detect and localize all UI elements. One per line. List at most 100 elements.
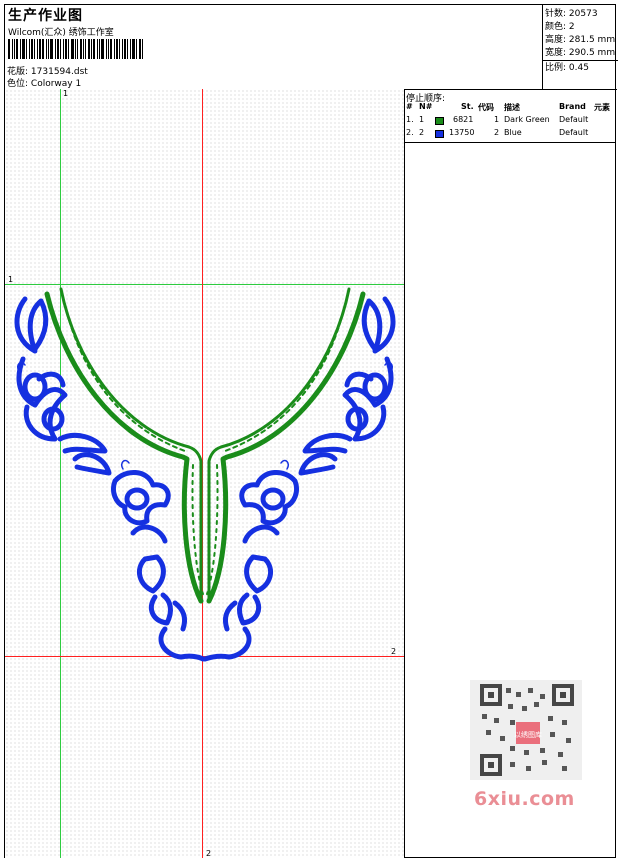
barcode-bar (142, 39, 143, 59)
barcode-bar (99, 39, 100, 59)
barcode-bar (14, 39, 15, 59)
barcode-bar (50, 39, 53, 59)
barcode-bar (31, 39, 33, 59)
green-neckline-band (44, 287, 366, 604)
design-specs: 针数: 20573 颜色: 2 高度: 281.5 mm 宽度: 290.5 m… (542, 5, 618, 89)
stop-sequence-header: # N# St. 代码 描述 Brand 元素 (405, 102, 616, 114)
barcode-bar (83, 39, 84, 59)
stop-row-2[interactable]: 2. 2 13750 2 Blue Default (405, 128, 616, 140)
company-name: Wilcom(汇众) 绣饰工作室 (8, 28, 114, 38)
barcode-bar (75, 39, 76, 59)
col-code: 代码 (478, 103, 494, 112)
barcode-bar (68, 39, 69, 59)
barcode-bar (130, 39, 131, 59)
barcode-bar (39, 39, 41, 59)
barcode-bar (127, 39, 128, 59)
barcode-bar (60, 39, 61, 59)
col-elements: 元素 (594, 103, 610, 112)
barcode-bar (136, 39, 137, 59)
spec-scale-value: 0.45 (568, 63, 589, 73)
barcode-bar (29, 39, 30, 59)
stop-row-brand: Default (559, 115, 589, 124)
stop-row-1[interactable]: 1. 1 6821 1 Dark Green Default (405, 115, 616, 127)
watermark-text: 6xiu.com (474, 788, 575, 810)
barcode-bar (57, 39, 59, 59)
barcode-bar (22, 39, 25, 59)
barcode-bar (55, 39, 56, 59)
col-needle: N# (419, 102, 433, 111)
barcode-bar (119, 39, 120, 59)
barcode-bar (71, 39, 74, 59)
barcode-bar (65, 39, 67, 59)
barcode-bar (101, 39, 104, 59)
stop-row-index: 2. (406, 128, 414, 137)
barcode-bar (122, 39, 123, 59)
stop-row-description: Blue (504, 128, 522, 137)
spec-stitches: 针数: 20573 (545, 6, 598, 19)
barcode-bar (93, 39, 95, 59)
barcode-bar (106, 39, 107, 59)
spec-colors-value: 2 (568, 22, 575, 32)
spec-height: 高度: 281.5 mm (545, 32, 615, 45)
design-canvas[interactable]: 1 1 2 2 (5, 89, 404, 858)
barcode-bar (77, 39, 78, 59)
stop-row-index: 1. (406, 115, 414, 124)
barcode-bar (114, 39, 115, 59)
col-description: 描述 (504, 103, 520, 112)
barcode-bar (139, 39, 141, 59)
barcode-bar (88, 39, 90, 59)
barcode-bar (91, 39, 92, 59)
colorway: 色位: Colorway 1 (7, 76, 81, 89)
stop-row-code: 2 (494, 128, 500, 137)
spec-width: 宽度: 290.5 mm (545, 45, 615, 58)
qr-code: 以绣图库 (470, 680, 582, 780)
stop-row-brand: Default (559, 128, 589, 137)
stop-row-needle: 2 (419, 128, 425, 137)
barcode-bar (124, 39, 126, 59)
panel-divider (405, 142, 616, 143)
spec-height-value: 281.5 mm (568, 35, 616, 45)
barcode-bar (46, 39, 47, 59)
sheet-title: 生产作业图 (8, 8, 83, 24)
thread-color-swatch (435, 130, 444, 138)
barcode (8, 39, 144, 59)
barcode-bar (108, 39, 109, 59)
spec-colors: 颜色: 2 (545, 19, 575, 32)
spec-scale: 比例: 0.45 (545, 60, 589, 73)
col-stitches: St. (461, 102, 474, 111)
embroidery-design (14, 287, 396, 662)
spec-height-label: 高度: (545, 35, 567, 45)
barcode-bar (132, 39, 135, 59)
barcode-bar (97, 39, 98, 59)
col-index: # (406, 102, 413, 111)
barcode-bar (110, 39, 112, 59)
barcode-bar (80, 39, 82, 59)
blue-floral-lace (14, 296, 396, 662)
barcode-bar (37, 39, 38, 59)
colorway-value: Colorway 1 (30, 79, 82, 89)
barcode-bar (85, 39, 86, 59)
barcode-bar (116, 39, 118, 59)
stop-row-code: 1 (494, 115, 500, 124)
sheet-header: 生产作业图 Wilcom(汇众) 绣饰工作室 花版: 1731594.dst 色… (5, 5, 618, 90)
barcode-bar (63, 39, 64, 59)
spec-colors-label: 颜色: (545, 22, 567, 32)
stop-row-stitches: 6821 (453, 115, 474, 124)
barcode-bar (8, 39, 10, 59)
barcode-bar (16, 39, 18, 59)
barcode-bar (20, 39, 21, 59)
stop-row-description: Dark Green (504, 115, 550, 124)
qr-code-pattern: 以绣图库 (480, 684, 574, 776)
stop-row-stitches: 13750 (449, 128, 475, 137)
spec-width-label: 宽度: (545, 48, 567, 58)
barcode-bar (26, 39, 27, 59)
spec-stitches-label: 针数: (545, 9, 567, 19)
barcode-bar (42, 39, 44, 59)
spec-scale-label: 比例: (545, 63, 567, 73)
colorway-label: 色位: (7, 79, 29, 89)
barcode-bar (12, 39, 13, 59)
stop-row-needle: 1 (419, 115, 425, 124)
barcode-bar (48, 39, 49, 59)
col-brand: Brand (559, 102, 586, 111)
qr-label: 以绣图库 (514, 730, 542, 739)
